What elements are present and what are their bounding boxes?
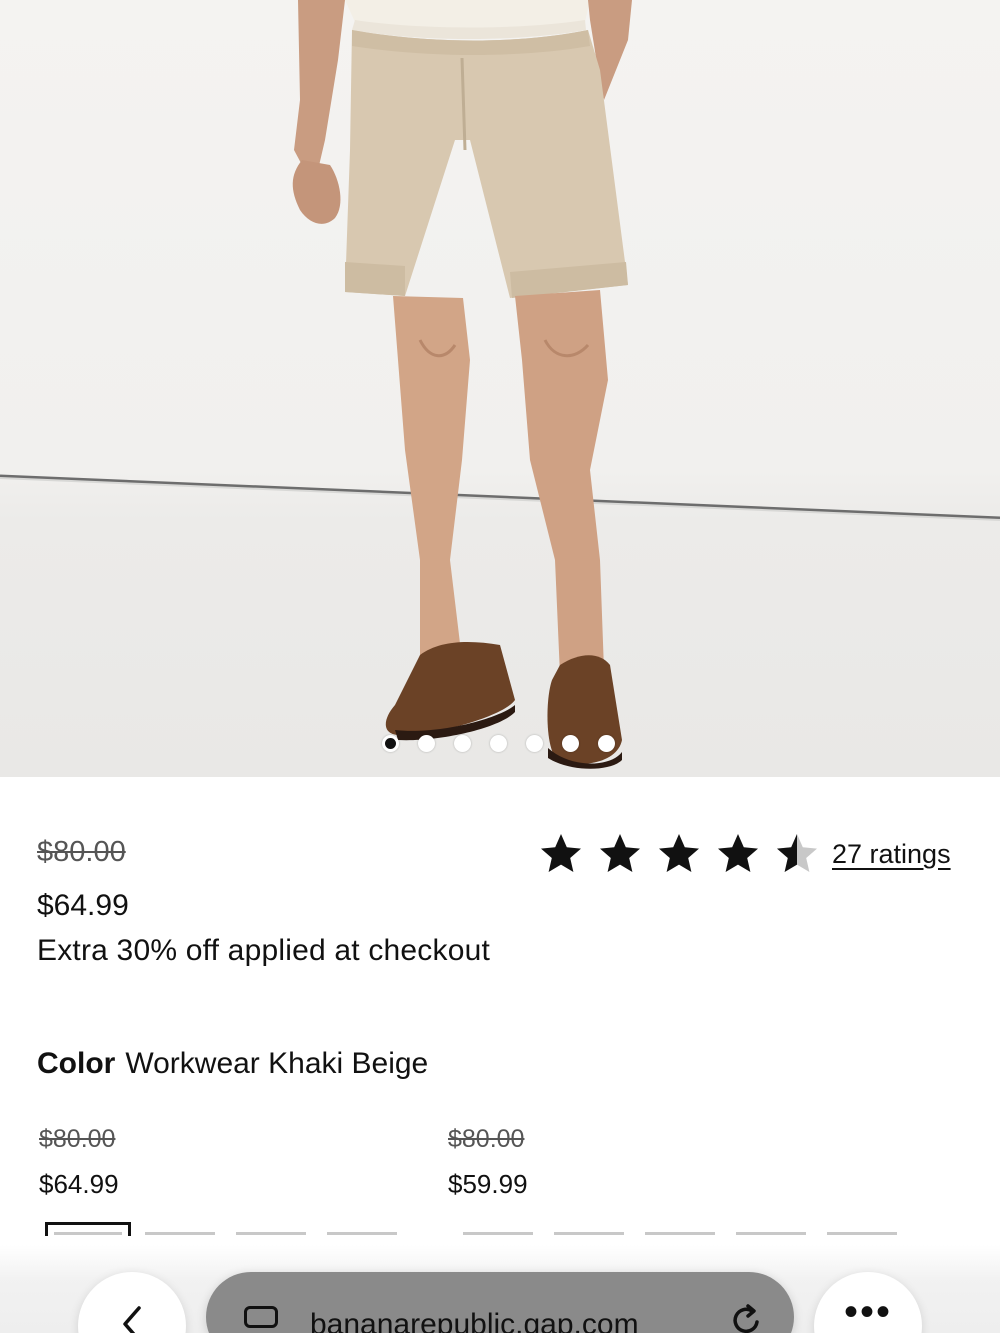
color-swatches [0,1222,1000,1238]
color-swatch[interactable] [645,1232,715,1235]
color-selector-label: Color Workwear Khaki Beige [37,1047,428,1081]
color-swatch-selected[interactable] [45,1222,131,1236]
half-star-icon [777,834,817,872]
carousel-dot[interactable] [454,735,471,752]
more-icon: ••• [843,1290,892,1333]
reload-icon[interactable] [726,1300,766,1333]
star-icon [541,834,581,872]
carousel-dot[interactable] [382,735,399,752]
sale-price: $64.99 [37,889,129,922]
variant-original-price: $80.00 [39,1125,116,1153]
product-image[interactable] [0,0,1000,777]
carousel-dot[interactable] [490,735,507,752]
variant-original-price: $80.00 [448,1125,525,1153]
star-icon [600,834,640,872]
variant-price-group: $80.00 $64.99 [39,1125,119,1200]
chevron-left-icon [123,1306,141,1333]
original-price: $80.00 [37,836,126,868]
color-swatch[interactable] [827,1232,897,1235]
carousel-dot[interactable] [418,735,435,752]
star-icon [659,834,699,872]
color-swatch[interactable] [554,1232,624,1235]
color-swatch[interactable] [463,1232,533,1235]
tabs-icon[interactable] [244,1306,278,1328]
variant-sale-price: $59.99 [448,1169,528,1199]
color-swatch[interactable] [236,1232,306,1235]
carousel-dot[interactable] [598,735,615,752]
product-photo [0,0,1000,769]
url-text: bananarepublic.gap.com [310,1308,639,1333]
promo-text: Extra 30% off applied at checkout [37,934,490,967]
browser-toolbar: bananarepublic.gap.com ••• [0,1245,1000,1333]
color-value: Workwear Khaki Beige [125,1047,429,1080]
variant-sale-price: $64.99 [39,1169,119,1199]
color-label: Color [37,1047,116,1080]
color-swatch[interactable] [327,1232,397,1235]
rating-summary[interactable]: 27 ratings [537,830,951,878]
carousel-dot[interactable] [562,735,579,752]
star-icon [718,834,758,872]
color-swatch[interactable] [736,1232,806,1235]
carousel-dot[interactable] [526,735,543,752]
color-swatch[interactable] [145,1232,215,1235]
variant-price-group: $80.00 $59.99 [448,1125,528,1200]
carousel-dots [382,735,615,752]
ratings-link[interactable]: 27 ratings [832,839,951,870]
address-bar[interactable]: bananarepublic.gap.com [206,1272,794,1333]
